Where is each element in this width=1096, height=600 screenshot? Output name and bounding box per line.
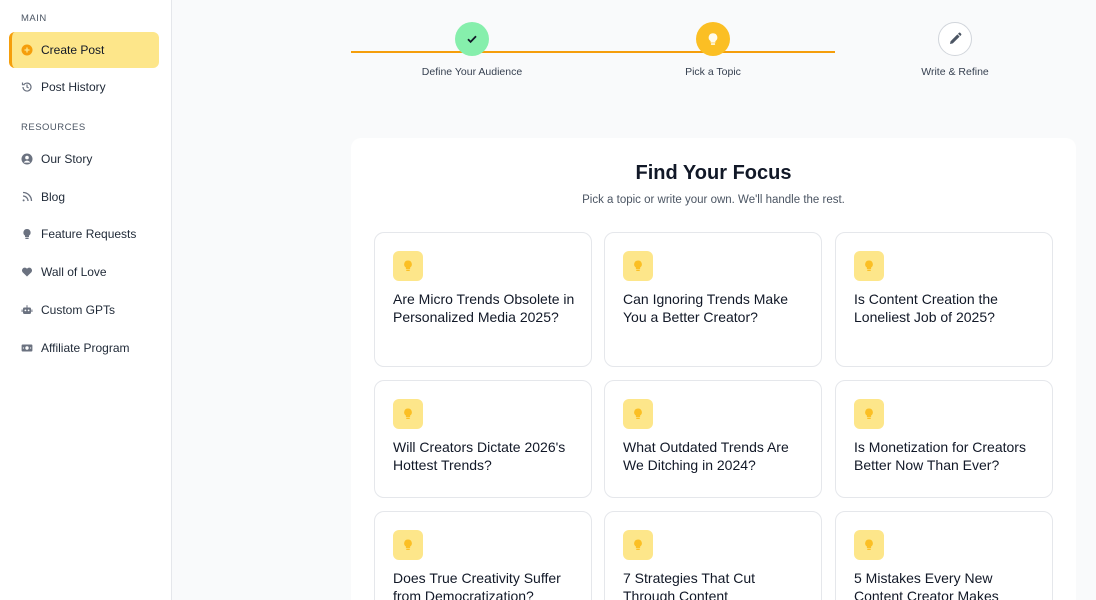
topic-selection-panel: Find Your Focus Pick a topic or write yo… [351, 138, 1076, 600]
sidebar-item-label: Feature Requests [41, 227, 137, 241]
lightbulb-icon [21, 228, 33, 240]
heart-icon [21, 266, 33, 278]
section-label-main: MAIN [21, 13, 47, 24]
topic-card[interactable]: Is Monetization for Creators Better Now … [835, 380, 1053, 498]
sidebar: MAIN Create Post Post History RESOURCES … [0, 0, 172, 600]
topic-title: Is Content Creation the Loneliest Job of… [854, 291, 998, 325]
pencil-icon [938, 22, 972, 56]
check-icon [455, 22, 489, 56]
sidebar-item-wall-of-love[interactable]: Wall of Love [9, 254, 159, 290]
rss-icon [21, 191, 33, 203]
step-label: Define Your Audience [421, 66, 523, 78]
lightbulb-icon [696, 22, 730, 56]
page-title: Find Your Focus [635, 162, 792, 184]
plus-circle-icon [21, 44, 33, 56]
step-label: Pick a Topic [685, 66, 741, 78]
sidebar-item-custom-gpts[interactable]: Custom GPTs [9, 292, 159, 328]
money-icon [21, 342, 33, 354]
topic-card[interactable]: Does True Creativity Suffer from Democra… [374, 511, 592, 600]
lightbulb-icon [393, 399, 423, 429]
sidebar-item-our-story[interactable]: Our Story [9, 141, 159, 177]
lightbulb-icon [854, 399, 884, 429]
lightbulb-icon [393, 530, 423, 560]
topic-card[interactable]: Can Ignoring Trends Make You a Better Cr… [604, 232, 822, 367]
topic-title: Does True Creativity Suffer from Democra… [393, 570, 561, 600]
lightbulb-icon [623, 530, 653, 560]
topic-card[interactable]: 7 Strategies That Cut Through Content [604, 511, 822, 600]
topic-card[interactable]: Are Micro Trends Obsolete in Personalize… [374, 232, 592, 367]
topic-title: 7 Strategies That Cut Through Content [623, 570, 756, 600]
history-icon [21, 81, 33, 93]
sidebar-item-label: Our Story [41, 152, 93, 166]
lightbulb-icon [393, 251, 423, 281]
topic-title: Will Creators Dictate 2026's Hottest Tre… [393, 439, 566, 473]
sidebar-item-post-history[interactable]: Post History [9, 69, 159, 105]
topic-card[interactable]: 5 Mistakes Every New Content Creator Mak… [835, 511, 1053, 600]
sidebar-item-label: Wall of Love [41, 265, 107, 279]
topic-title: What Outdated Trends Are We Ditching in … [623, 439, 789, 473]
section-label-resources: RESOURCES [21, 122, 86, 133]
sidebar-item-label: Affiliate Program [41, 341, 130, 355]
step-pick-topic[interactable]: Pick a Topic [613, 22, 813, 78]
lightbulb-icon [623, 399, 653, 429]
step-define-audience[interactable]: Define Your Audience [372, 22, 572, 78]
sidebar-item-affiliate-program[interactable]: Affiliate Program [9, 330, 159, 366]
lightbulb-icon [623, 251, 653, 281]
robot-icon [21, 304, 33, 316]
step-write-refine[interactable]: Write & Refine [855, 22, 1055, 78]
topic-card[interactable]: Is Content Creation the Loneliest Job of… [835, 232, 1053, 367]
step-label: Write & Refine [921, 66, 989, 78]
user-circle-icon [21, 153, 33, 165]
lightbulb-icon [854, 251, 884, 281]
topic-card[interactable]: Will Creators Dictate 2026's Hottest Tre… [374, 380, 592, 498]
sidebar-item-label: Create Post [41, 43, 105, 57]
topic-title: Is Monetization for Creators Better Now … [854, 439, 1026, 473]
topic-card[interactable]: What Outdated Trends Are We Ditching in … [604, 380, 822, 498]
sidebar-item-feature-requests[interactable]: Feature Requests [9, 216, 159, 252]
sidebar-item-label: Post History [41, 80, 106, 94]
topic-title: Are Micro Trends Obsolete in Personalize… [393, 291, 575, 325]
page-subtitle: Pick a topic or write your own. We'll ha… [582, 194, 845, 206]
sidebar-item-label: Custom GPTs [41, 303, 116, 317]
topic-title: 5 Mistakes Every New Content Creator Mak… [854, 570, 999, 600]
sidebar-item-blog[interactable]: Blog [9, 179, 159, 215]
lightbulb-icon [854, 530, 884, 560]
sidebar-item-label: Blog [41, 190, 66, 204]
sidebar-item-create-post[interactable]: Create Post [9, 32, 159, 68]
topic-title: Can Ignoring Trends Make You a Better Cr… [623, 291, 788, 325]
